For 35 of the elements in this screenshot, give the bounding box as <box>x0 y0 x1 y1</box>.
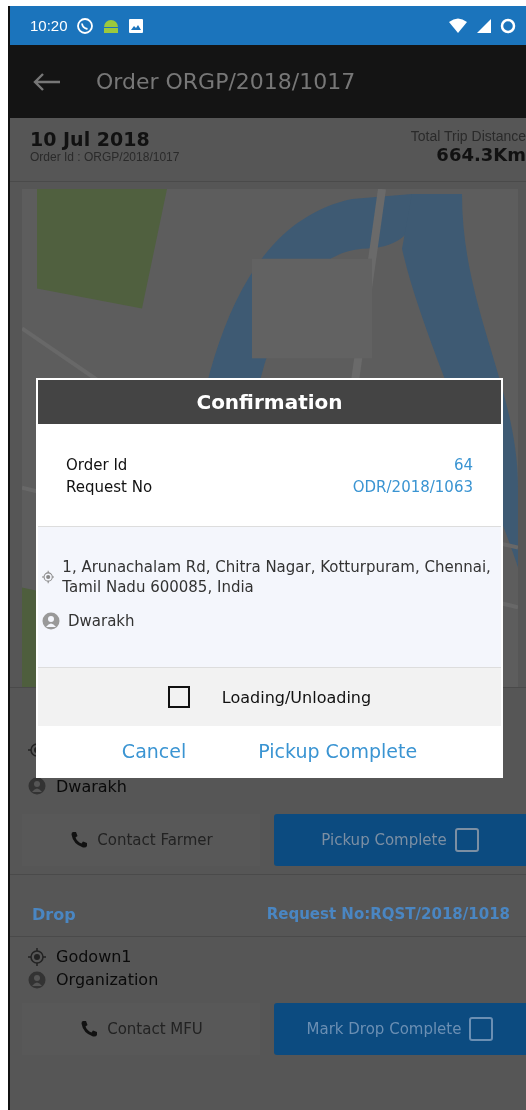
section-title: Drop <box>32 905 76 924</box>
back-arrow-icon[interactable] <box>32 71 62 92</box>
screen-title: Order ORGP/2018/1017 <box>96 69 356 94</box>
request-number: Request No:RQST/2018/1018 <box>266 905 510 924</box>
battery-icon <box>500 17 516 34</box>
dialog-button[interactable]: Pickup Complete <box>258 740 418 762</box>
farmer-name: Dwarakh <box>68 611 135 631</box>
location-target-icon <box>42 568 55 586</box>
image-icon <box>127 17 144 34</box>
person-icon <box>42 612 60 630</box>
organization-name: Organization <box>56 970 159 989</box>
clock: 10:20 <box>30 17 68 34</box>
dialog-button[interactable]: Cancel <box>121 740 187 762</box>
person-icon <box>28 777 46 795</box>
dialog-title: Confirmation <box>38 380 501 424</box>
field-value: 64 <box>453 455 473 476</box>
field-label: Request No <box>66 477 153 498</box>
field-value: ODR/2018/1063 <box>352 477 473 498</box>
wifi-icon <box>448 17 468 34</box>
location-target-icon <box>28 947 46 966</box>
phone-icon <box>69 830 90 850</box>
signal-icon <box>476 17 492 34</box>
checkbox[interactable] <box>167 686 190 708</box>
checkbox[interactable] <box>454 828 479 852</box>
chat-icon <box>75 16 94 35</box>
farmer-name: Dwarakh <box>56 776 127 796</box>
phone-icon <box>79 1019 100 1039</box>
distance-value: 664.3Km <box>436 144 526 165</box>
pickup-address: 1, Arunachalam Rd, Chitra Nagar, Kotturpuram, Chennai, Tamil Nadu 600085, India <box>62 557 491 597</box>
drop-address: Godown1 <box>56 947 132 966</box>
field-label: Order Id <box>66 455 128 476</box>
pickup-complete-button[interactable]: Pickup Complete <box>274 814 526 866</box>
checkbox-label: Loading/Unloading <box>221 687 372 707</box>
person-icon <box>28 970 46 989</box>
order-date: 10 Jul 2018 <box>30 128 151 150</box>
